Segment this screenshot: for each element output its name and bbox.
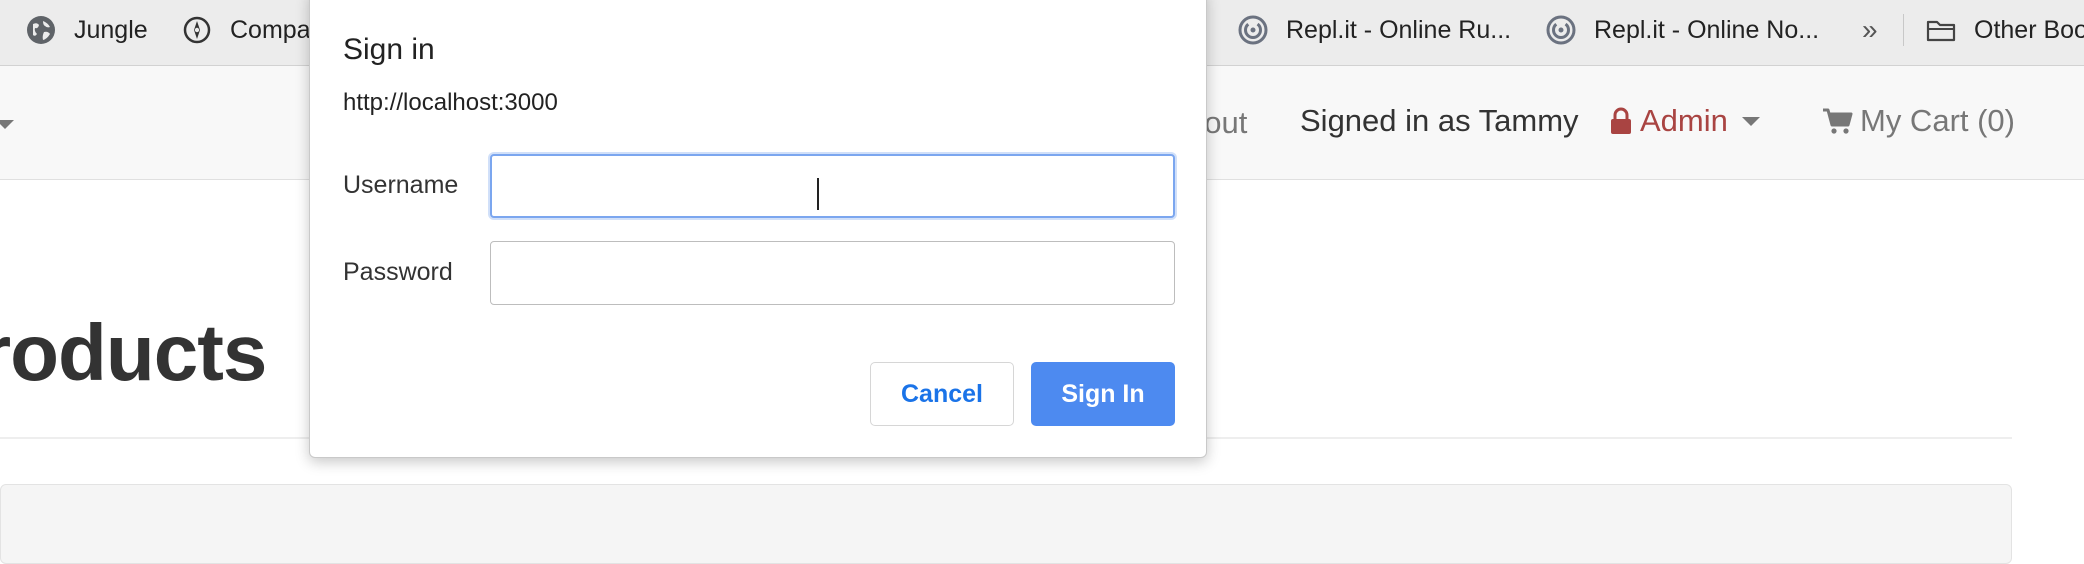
bookmark-label: Jungle [74,15,148,44]
admin-dropdown[interactable]: Admin [1610,103,1760,139]
bookmark-label: Repl.it - Online Ru... [1286,15,1512,44]
page-title: roducts [0,308,267,397]
bookmark-jungle[interactable]: Jungle [26,0,148,60]
chevron-down-icon [1741,116,1760,126]
bookmark-compa[interactable]: Compa [182,0,311,60]
signed-in-text: Signed in as Tammy [1300,103,1579,138]
bookmark-label: Repl.it - Online No... [1594,15,1820,44]
bookmark-label: Compa [230,15,311,44]
cart-icon [1822,107,1854,135]
bookmark-label: Other Boo [1974,15,2084,44]
password-label: Password [343,258,453,286]
sign-in-dialog: Sign in http://localhost:3000 Username P… [309,0,1207,458]
content-panel [0,484,2012,564]
dialog-title: Sign in [343,33,435,66]
username-label: Username [343,171,459,199]
text-cursor [817,178,819,210]
bookmark-other[interactable]: Other Boo [1926,0,2084,60]
globe-icon [26,15,56,45]
bookmark-replit-2[interactable]: Repl.it - Online No... [1546,0,1819,60]
compass-icon [182,15,212,45]
password-field[interactable] [490,241,1175,305]
dialog-url: http://localhost:3000 [343,89,558,116]
admin-label: Admin [1640,103,1728,138]
chevron-down-icon[interactable] [0,120,14,129]
bookmark-replit-1[interactable]: Repl.it - Online Ru... [1238,0,1511,60]
replit-icon [1238,15,1268,45]
bookmarks-overflow-button[interactable]: » [1862,14,1878,46]
my-cart-link[interactable]: My Cart (0) [1822,103,2015,139]
bookmarks-divider [1903,14,1904,46]
folder-icon [1926,15,1956,45]
cancel-button[interactable]: Cancel [870,362,1014,426]
cart-label: My Cart (0) [1860,103,2015,138]
username-field[interactable] [490,154,1175,218]
lock-icon [1610,106,1632,136]
replit-icon [1546,15,1576,45]
sign-in-button[interactable]: Sign In [1031,362,1175,426]
